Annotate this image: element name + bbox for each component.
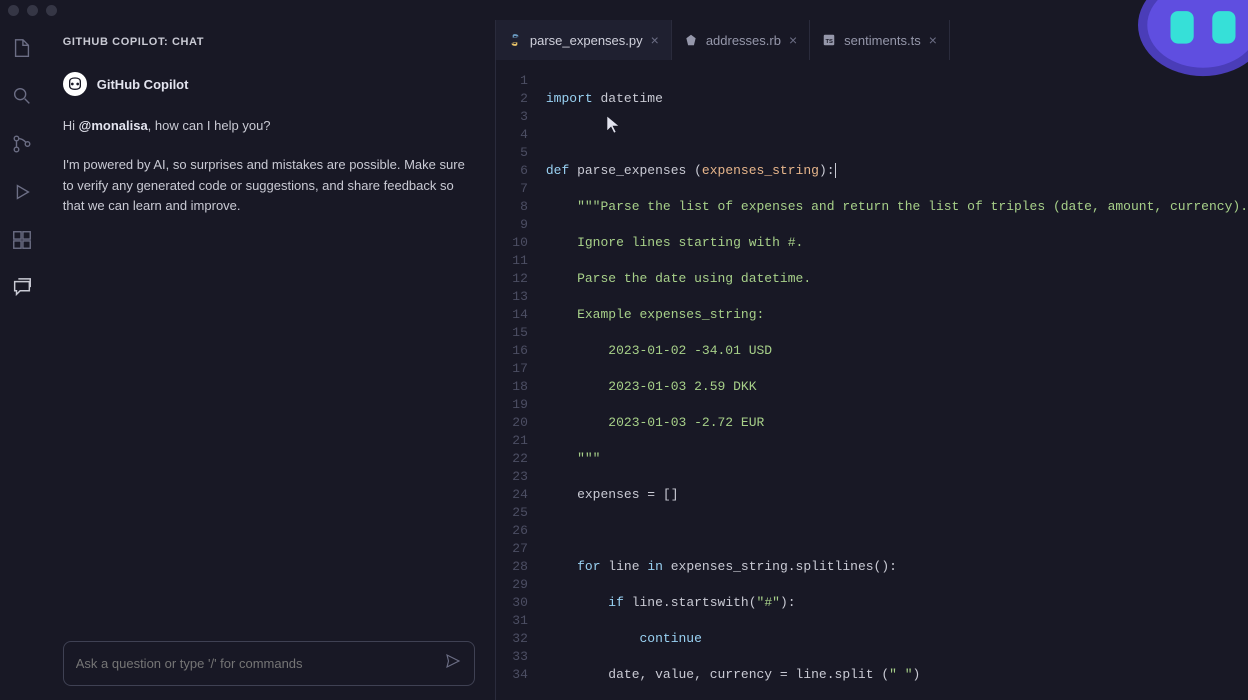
tab-addresses[interactable]: addresses.rb ×: [672, 20, 810, 60]
close-icon[interactable]: ×: [789, 32, 797, 48]
chat-input[interactable]: [76, 656, 444, 671]
activity-bar: [0, 20, 45, 700]
assistant-name: GitHub Copilot: [97, 77, 189, 92]
titlebar: [0, 0, 1248, 20]
close-icon[interactable]: ×: [651, 32, 659, 48]
chat-panel: GITHUB COPILOT: CHAT GitHub Copilot Hi @…: [45, 20, 495, 700]
traffic-zoom-icon[interactable]: [46, 5, 57, 16]
ruby-file-icon: [684, 33, 698, 47]
search-icon[interactable]: [10, 84, 34, 108]
traffic-close-icon[interactable]: [8, 5, 19, 16]
chat-panel-title: GITHUB COPILOT: CHAT: [63, 36, 475, 48]
send-icon[interactable]: [444, 652, 462, 675]
tab-parse-expenses[interactable]: parse_expenses.py ×: [496, 20, 672, 60]
code-editor[interactable]: 1234567891011121314151617181920212223242…: [496, 60, 1248, 700]
tab-label: addresses.rb: [706, 33, 781, 48]
tab-label: parse_expenses.py: [530, 33, 643, 48]
cursor-pointer-icon: [606, 115, 620, 135]
chat-body: Hi @monalisa, how can I help you? I'm po…: [63, 116, 475, 235]
copilot-avatar-icon: [63, 72, 87, 96]
run-debug-icon[interactable]: [10, 180, 34, 204]
tab-label: sentiments.ts: [844, 33, 921, 48]
chat-disclaimer: I'm powered by AI, so surprises and mist…: [63, 155, 475, 217]
python-file-icon: [508, 33, 522, 47]
source-control-icon[interactable]: [10, 132, 34, 156]
chat-greeting: Hi @monalisa, how can I help you?: [63, 116, 475, 137]
traffic-minimize-icon[interactable]: [27, 5, 38, 16]
typescript-file-icon: TS: [822, 33, 836, 47]
chat-icon[interactable]: [10, 276, 34, 300]
mention: @monalisa: [79, 118, 148, 133]
svg-text:TS: TS: [826, 39, 834, 45]
tab-sentiments[interactable]: TS sentiments.ts ×: [810, 20, 950, 60]
explorer-icon[interactable]: [10, 36, 34, 60]
line-numbers: 1234567891011121314151617181920212223242…: [496, 72, 546, 700]
chat-input-container[interactable]: [63, 641, 475, 686]
close-icon[interactable]: ×: [929, 32, 937, 48]
copilot-mascot-icon: [1128, 0, 1248, 90]
extensions-icon[interactable]: [10, 228, 34, 252]
code-content[interactable]: import datetime def parse_expenses (expe…: [546, 72, 1248, 700]
